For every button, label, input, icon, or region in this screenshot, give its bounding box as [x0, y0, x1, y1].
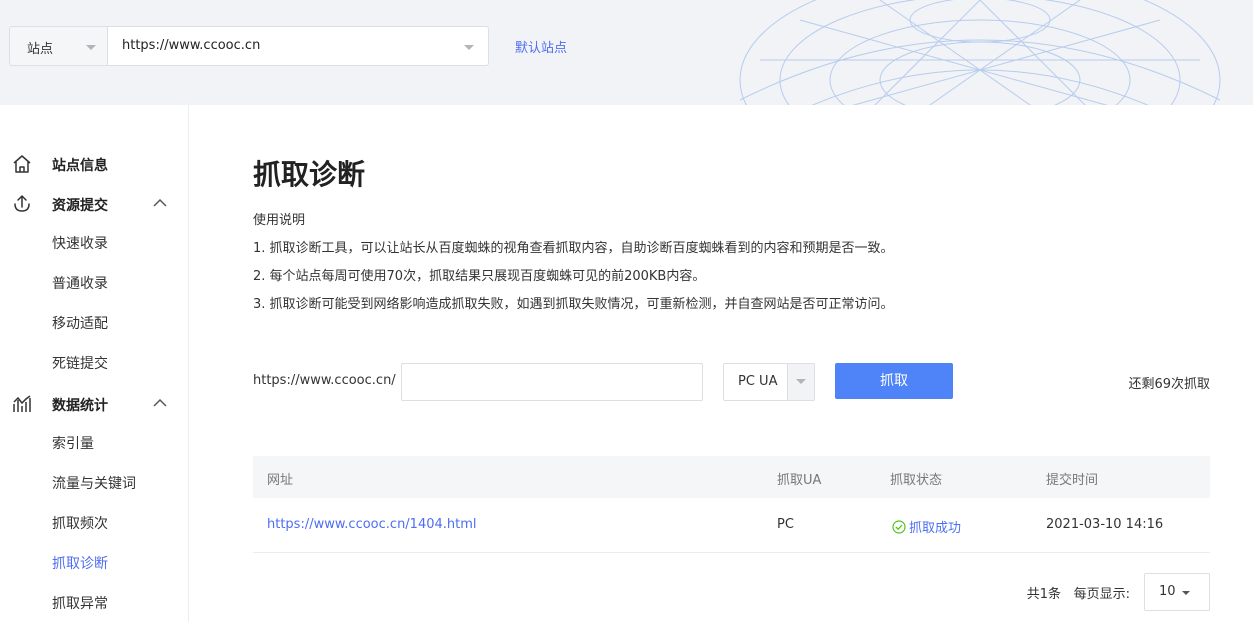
sidebar-item-deadlink[interactable]: 死链提交	[52, 353, 108, 373]
row-ua: PC	[777, 517, 794, 532]
url-prefix: https://www.ccooc.cn/	[253, 373, 396, 388]
guide-heading: 使用说明	[253, 213, 306, 228]
chevron-up-icon[interactable]	[152, 397, 168, 409]
guide-line-2: 2. 每个站点每周可使用70次，抓取结果只展现百度蜘蛛可见的前200KB内容。	[253, 269, 706, 284]
sidebar-group-resource-submit[interactable]: 资源提交	[0, 189, 189, 219]
sidebar-group-label: 数据统计	[52, 398, 108, 414]
row-time: 2021-03-10 14:16	[1046, 517, 1164, 532]
sidebar-item-normal-index[interactable]: 普通收录	[52, 273, 108, 293]
guide-line-1: 1. 抓取诊断工具，可以让站长从百度蜘蛛的视角查看抓取内容，自助诊断百度蜘蛛看到…	[253, 241, 894, 256]
chevron-down-icon	[86, 45, 96, 50]
path-input[interactable]	[401, 363, 703, 401]
page-size-value: 10	[1159, 584, 1176, 599]
column-header-ua: 抓取UA	[777, 473, 822, 488]
default-site-link[interactable]: 默认站点	[515, 37, 567, 56]
site-type-select[interactable]: 站点	[9, 26, 108, 66]
ua-select-value: PC UA	[738, 374, 778, 389]
chevron-down-icon	[796, 379, 806, 384]
globe-decoration	[739, 0, 1221, 105]
remaining-count: 还剩69次抓取	[1128, 377, 1210, 392]
column-header-url: 网址	[267, 473, 294, 488]
main-content: 抓取诊断 使用说明 1. 抓取诊断工具，可以让站长从百度蜘蛛的视角查看抓取内容，…	[253, 105, 1210, 622]
chevron-up-icon[interactable]	[152, 197, 168, 209]
site-url-value: https://www.ccooc.cn	[122, 38, 261, 53]
table-row: https://www.ccooc.cn/1404.html PC 抓取成功 2…	[253, 498, 1210, 553]
submit-icon	[14, 194, 30, 212]
ua-dropdown-toggle[interactable]	[787, 364, 814, 400]
sidebar-item-crawl-diagnosis[interactable]: 抓取诊断	[52, 553, 108, 573]
page-size-select[interactable]: 10	[1144, 573, 1210, 611]
site-type-label: 站点	[27, 42, 54, 57]
sidebar: 站点信息 资源提交 快速收录 普通收录 移动适配 死链提交 数据统计 索引量 流…	[0, 105, 189, 622]
page-title: 抓取诊断	[253, 158, 366, 191]
pagination-per-page-label: 每页显示:	[1073, 587, 1130, 602]
check-circle-icon	[892, 520, 906, 534]
sidebar-item-index-volume[interactable]: 索引量	[52, 433, 94, 453]
sidebar-item-crawl-errors[interactable]: 抓取异常	[52, 593, 108, 613]
table-header: 网址 抓取UA 抓取状态 提交时间	[253, 456, 1210, 498]
fetch-form: https://www.ccooc.cn/ PC UA 抓取 还剩69次抓取	[253, 363, 1210, 401]
pagination-total: 共1条	[1026, 587, 1061, 602]
guide-line-3: 3. 抓取诊断可能受到网络影响造成抓取失败，如遇到抓取失败情况，可重新检测，并自…	[253, 297, 894, 312]
pagination: 共1条 每页显示: 10	[1010, 573, 1210, 611]
row-status-label: 抓取成功	[909, 521, 962, 536]
row-url-link[interactable]: https://www.ccooc.cn/1404.html	[267, 517, 477, 532]
chevron-down-icon	[1182, 591, 1190, 595]
stats-icon	[13, 395, 31, 412]
sidebar-item-fast-index[interactable]: 快速收录	[52, 233, 108, 253]
home-icon	[13, 155, 31, 173]
sidebar-group-label: 站点信息	[52, 158, 108, 174]
column-header-time: 提交时间	[1046, 473, 1099, 488]
sidebar-item-traffic-keywords[interactable]: 流量与关键词	[52, 473, 136, 493]
sidebar-group-data-stats[interactable]: 数据统计	[0, 389, 189, 419]
site-url-select[interactable]: https://www.ccooc.cn	[107, 26, 489, 66]
ua-select[interactable]: PC UA	[723, 363, 815, 401]
top-banner: 站点 https://www.ccooc.cn 默认站点	[0, 0, 1253, 105]
column-header-status: 抓取状态	[890, 473, 943, 488]
row-status[interactable]: 抓取成功	[892, 517, 961, 536]
sidebar-item-crawl-frequency[interactable]: 抓取频次	[52, 513, 108, 533]
fetch-button[interactable]: 抓取	[835, 363, 953, 399]
sidebar-group-site-info[interactable]: 站点信息	[0, 149, 189, 179]
sidebar-item-mobile-adapt[interactable]: 移动适配	[52, 313, 108, 333]
chevron-down-icon	[464, 45, 474, 50]
sidebar-group-label: 资源提交	[52, 198, 108, 214]
